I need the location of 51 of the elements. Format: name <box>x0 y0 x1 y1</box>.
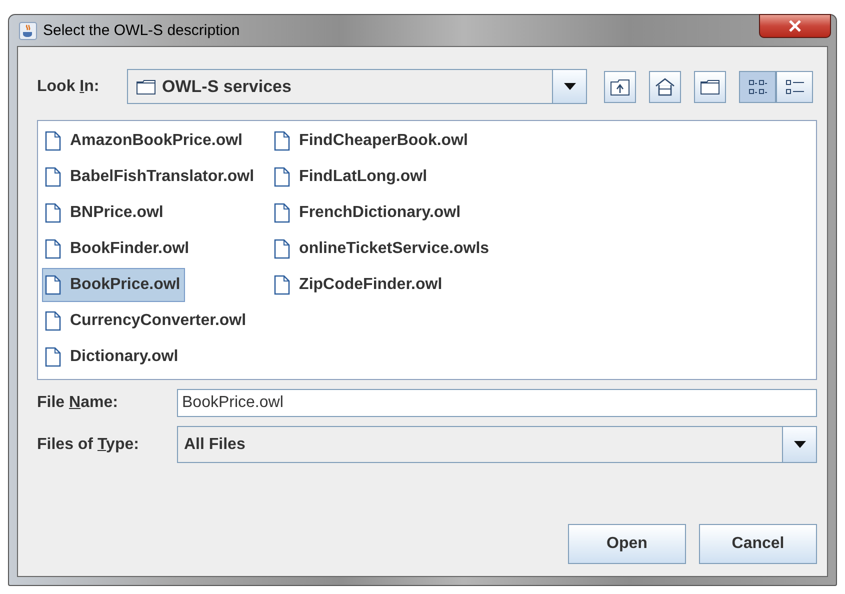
file-item[interactable]: AmazonBookPrice.owl <box>42 124 248 158</box>
file-icon <box>274 275 290 295</box>
file-item[interactable]: Dictionary.owl <box>42 340 184 374</box>
home-button[interactable] <box>649 70 681 102</box>
list-view-icon <box>748 78 768 96</box>
folder-icon <box>136 78 156 94</box>
folder-icon <box>700 78 720 94</box>
file-icon <box>274 131 290 151</box>
file-item[interactable]: BookPrice.owl <box>42 268 186 302</box>
caret-icon <box>794 441 806 448</box>
file-icon <box>45 275 61 295</box>
home-icon <box>655 76 675 96</box>
file-icon <box>45 203 61 223</box>
close-icon <box>788 20 802 32</box>
cancel-button[interactable]: Cancel <box>699 524 817 564</box>
new-folder-button[interactable] <box>694 70 726 102</box>
file-name-label: File Name: <box>37 394 119 412</box>
details-view-button[interactable] <box>776 70 813 102</box>
file-type-label: Files of Type: <box>37 436 140 454</box>
close-button[interactable] <box>759 14 831 38</box>
caret-icon <box>564 83 576 90</box>
folder-up-icon <box>610 78 630 96</box>
file-icon <box>45 311 61 331</box>
file-item[interactable]: BNPrice.owl <box>42 196 168 230</box>
file-item[interactable]: onlineTicketService.owls <box>271 232 494 266</box>
file-icon <box>45 167 61 187</box>
window-title: Select the OWL-S description <box>43 22 240 39</box>
file-item[interactable]: CurrencyConverter.owl <box>42 304 252 338</box>
file-icon <box>45 131 61 151</box>
look-in-dropdown[interactable]: OWL-S services <box>127 69 587 104</box>
file-icon <box>274 167 290 187</box>
coffee-cup-icon <box>19 22 37 40</box>
file-icon <box>274 203 290 223</box>
file-item[interactable]: FindCheaperBook.owl <box>271 124 473 158</box>
file-item[interactable]: FindLatLong.owl <box>271 160 432 194</box>
file-icon <box>45 239 61 259</box>
file-item[interactable]: ZipCodeFinder.owl <box>271 268 448 302</box>
list-view-button[interactable] <box>739 70 776 102</box>
file-icon <box>274 239 290 259</box>
file-icon <box>45 347 61 367</box>
file-item[interactable]: FrenchDictionary.owl <box>271 196 466 230</box>
look-in-label: Look In: <box>37 78 100 96</box>
file-item[interactable]: BookFinder.owl <box>42 232 194 266</box>
file-item[interactable]: BabelFishTranslator.owl <box>42 160 260 194</box>
details-view-icon <box>784 78 804 96</box>
up-folder-button[interactable] <box>604 70 636 102</box>
file-type-dropdown[interactable]: All Files <box>177 426 817 463</box>
look-in-value: OWL-S services <box>162 76 292 96</box>
file-name-field[interactable]: BookPrice.owl <box>177 389 817 417</box>
file-type-value: All Files <box>183 436 246 454</box>
open-button[interactable]: Open <box>568 524 686 564</box>
